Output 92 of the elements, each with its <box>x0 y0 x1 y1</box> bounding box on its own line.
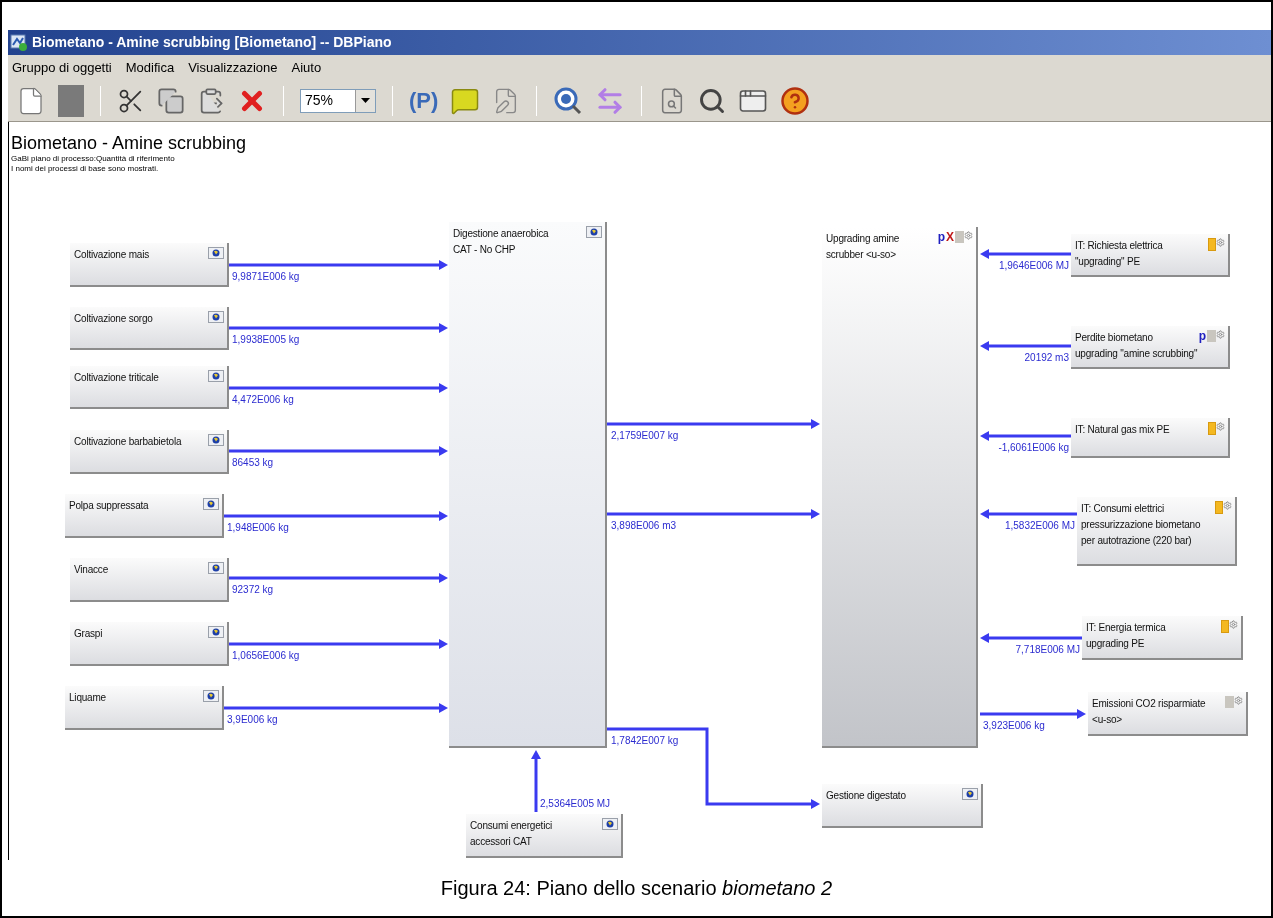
note-gear-icon <box>1221 620 1238 633</box>
menu-item[interactable]: Aiuto <box>291 57 322 78</box>
magnifier-badge-icon[interactable] <box>553 85 584 116</box>
flow-arrow[interactable] <box>980 709 1086 719</box>
flow-amount: 1,7842E007 kg <box>611 734 679 747</box>
flow-arrow[interactable] <box>980 341 1071 351</box>
flow-arrow[interactable] <box>229 639 448 649</box>
flow-amount: 4,472E006 kg <box>232 393 294 406</box>
marker: X <box>946 231 954 243</box>
flow-arrow[interactable] <box>229 260 448 270</box>
plan-gear-icon <box>955 231 973 243</box>
dropdown-arrow-icon <box>361 98 370 103</box>
process-node[interactable]: Coltivazione triticale <box>70 366 229 409</box>
database-icon <box>208 562 224 574</box>
database-icon <box>586 226 602 238</box>
flow-amount: 1,9646E006 MJ <box>998 259 1069 272</box>
flow-amount: 2,1759E007 kg <box>611 429 679 442</box>
process-node[interactable]: IT: Consumi elettrici pressurizzazione biometano per autotrazione (220 bar) <box>1077 497 1237 566</box>
process-node[interactable]: IT: Richiesta elettrica "upgrading" PE <box>1071 234 1230 277</box>
plan-gear-icon <box>1207 330 1225 342</box>
flow-amount: 1,0656E006 kg <box>232 649 300 662</box>
database-icon <box>602 818 618 830</box>
flow-arrow[interactable] <box>607 509 820 519</box>
database-icon <box>208 626 224 638</box>
database-icon <box>208 247 224 259</box>
note-gear-icon <box>1208 238 1225 251</box>
database-icon <box>203 690 219 702</box>
database-icon <box>208 370 224 382</box>
database-icon <box>203 498 219 510</box>
flow-arrow[interactable] <box>980 633 1082 643</box>
process-node[interactable]: Vinacce <box>70 558 229 602</box>
database-icon <box>208 311 224 323</box>
flow-arrow[interactable] <box>980 509 1077 519</box>
flow-amount: 3,923E006 kg <box>983 719 1045 732</box>
flow-amount: 20192 m3 <box>1024 351 1069 364</box>
flow-arrow[interactable] <box>531 750 541 812</box>
process-node[interactable]: IT: Natural gas mix PE <box>1071 418 1230 458</box>
flow-amount: 1,5832E006 MJ <box>1004 519 1075 532</box>
process-node[interactable]: Liquame <box>65 686 224 730</box>
search-icon[interactable] <box>698 86 727 115</box>
flow-arrow[interactable] <box>224 511 448 521</box>
process-node[interactable]: Coltivazione barbabietola <box>70 430 229 474</box>
note-gear-icon <box>1215 501 1232 514</box>
marker: p <box>937 231 945 243</box>
process-node[interactable]: IT: Energia termica upgrading PE <box>1082 616 1243 660</box>
flow-arrow[interactable] <box>980 431 1071 441</box>
flow-amount: 1,948E006 kg <box>227 521 289 534</box>
process-node[interactable]: Coltivazione sorgo <box>70 307 229 350</box>
flow-amount: 3,898E006 m3 <box>611 519 677 532</box>
flow-amount: -1,6061E006 kg <box>998 441 1069 454</box>
process-node[interactable]: Emissioni CO2 risparmiate <u-so> <box>1088 692 1248 736</box>
flow-arrow[interactable] <box>980 249 1071 259</box>
help-icon[interactable] <box>780 85 811 116</box>
flow-arrow[interactable] <box>229 573 448 583</box>
process-node[interactable]: Perdite biometano upgrading "amine scrubbing" p <box>1071 326 1230 369</box>
menu-item[interactable]: Visualizzazione <box>188 57 278 78</box>
process-node[interactable]: Coltivazione mais <box>70 243 229 287</box>
flow-arrow[interactable] <box>229 446 448 456</box>
flow-amount: 2,5364E005 MJ <box>540 797 611 810</box>
flow-amount: 3,9E006 kg <box>227 713 278 726</box>
flow-arrow[interactable] <box>229 383 448 393</box>
blank-page-icon[interactable] <box>58 84 84 117</box>
flow-arrow[interactable] <box>229 323 448 333</box>
process-node[interactable]: Consumi energetici accessori CAT <box>466 814 623 858</box>
flow-amount: 86453 kg <box>232 456 274 469</box>
database-icon <box>962 788 978 800</box>
plan-gear-icon <box>1225 696 1243 708</box>
flow-amount: 9,9871E006 kg <box>232 270 300 283</box>
plan-button[interactable]: (P) <box>409 84 439 117</box>
database-icon <box>208 434 224 446</box>
process-node[interactable]: Upgrading amine scrubber <u-so> pX <box>822 227 978 748</box>
diagram-note: I nomi dei processi di base sono mostrati. <box>11 164 160 174</box>
flow-arrow[interactable] <box>224 703 448 713</box>
marker: p <box>1198 330 1206 342</box>
menu-item[interactable]: Modifica <box>125 57 175 78</box>
app-icon <box>10 33 28 52</box>
flow-amount: 7,718E006 MJ <box>1015 643 1080 656</box>
process-node[interactable]: Graspi <box>70 622 229 666</box>
process-node[interactable]: Digestione anaerobica CAT - No CHP <box>449 222 607 748</box>
zoom-select[interactable]: 75% <box>300 88 376 113</box>
figure-caption: Figura 24: Piano dello scenario biometano 2 <box>440 876 833 901</box>
process-node[interactable]: Gestione digestato <box>822 784 983 828</box>
flow-amount: 92372 kg <box>232 583 274 596</box>
copy-icon[interactable] <box>157 86 185 115</box>
diagram-note: GaBi piano di processo:Quantità di riferimento <box>11 154 176 164</box>
flow-amount: 1,9938E005 kg <box>232 333 300 346</box>
diagram-title: Biometano - Amine scrubbing <box>11 132 247 154</box>
window-title: Biometano - Amine scrubbing [Biometano] -- DBPiano <box>32 33 392 52</box>
menu-item[interactable]: Gruppo di oggetti <box>12 57 112 78</box>
process-node[interactable]: Polpa suppressata <box>65 494 224 538</box>
note-gear-icon <box>1208 422 1225 435</box>
flow-arrow[interactable] <box>607 419 820 429</box>
